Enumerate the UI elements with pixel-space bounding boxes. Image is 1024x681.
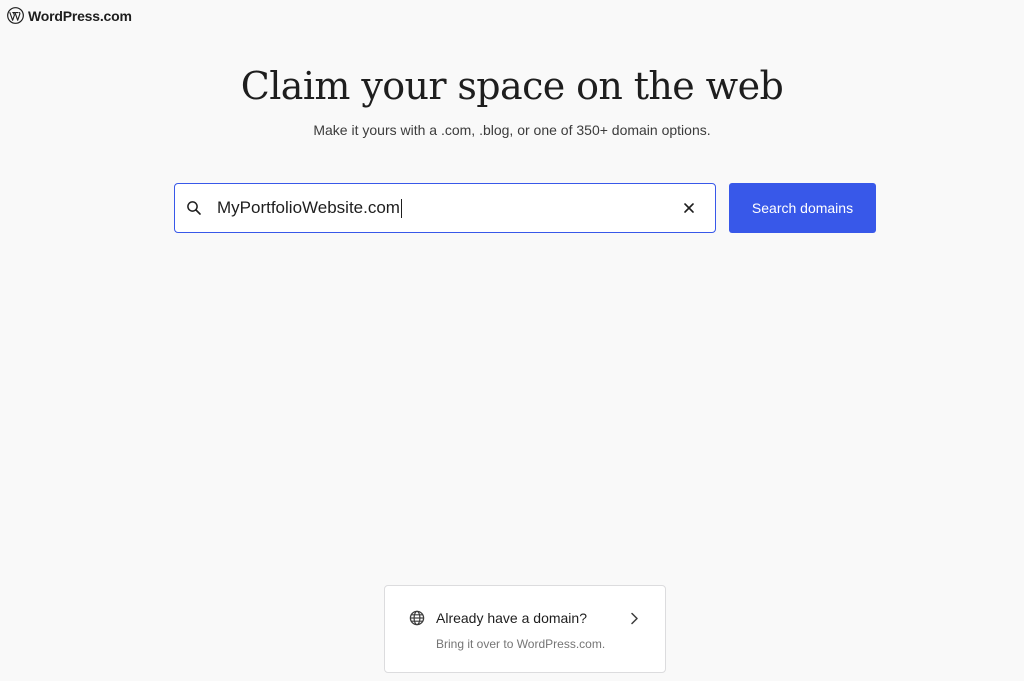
page-title: Claim your space on the web <box>240 64 784 108</box>
chevron-right-icon <box>631 612 638 625</box>
search-domains-button[interactable]: Search domains <box>729 183 876 233</box>
page: WordPress.com Claim your space on the we… <box>0 0 1024 681</box>
transfer-domain-card[interactable]: Already have a domain? Bring it over to … <box>384 585 666 673</box>
globe-icon <box>409 610 425 626</box>
brand-name: WordPress.com <box>28 7 132 24</box>
domain-search-field[interactable]: MyPortfolioWebsite.com <box>174 183 716 233</box>
wordpress-logo-icon <box>7 7 24 24</box>
transfer-card-subtitle: Bring it over to WordPress.com. <box>436 637 606 651</box>
domain-search-input[interactable]: MyPortfolioWebsite.com <box>217 184 679 232</box>
domain-search-value: MyPortfolioWebsite.com <box>217 198 400 217</box>
wordpress-logo-link[interactable]: WordPress.com <box>7 7 132 24</box>
search-icon <box>187 201 201 215</box>
page-subtitle: Make it yours with a .com, .blog, or one… <box>313 122 711 138</box>
transfer-card-title: Already have a domain? <box>436 610 587 626</box>
clear-search-button[interactable] <box>679 198 699 218</box>
close-icon <box>684 203 694 213</box>
text-caret <box>400 198 402 218</box>
